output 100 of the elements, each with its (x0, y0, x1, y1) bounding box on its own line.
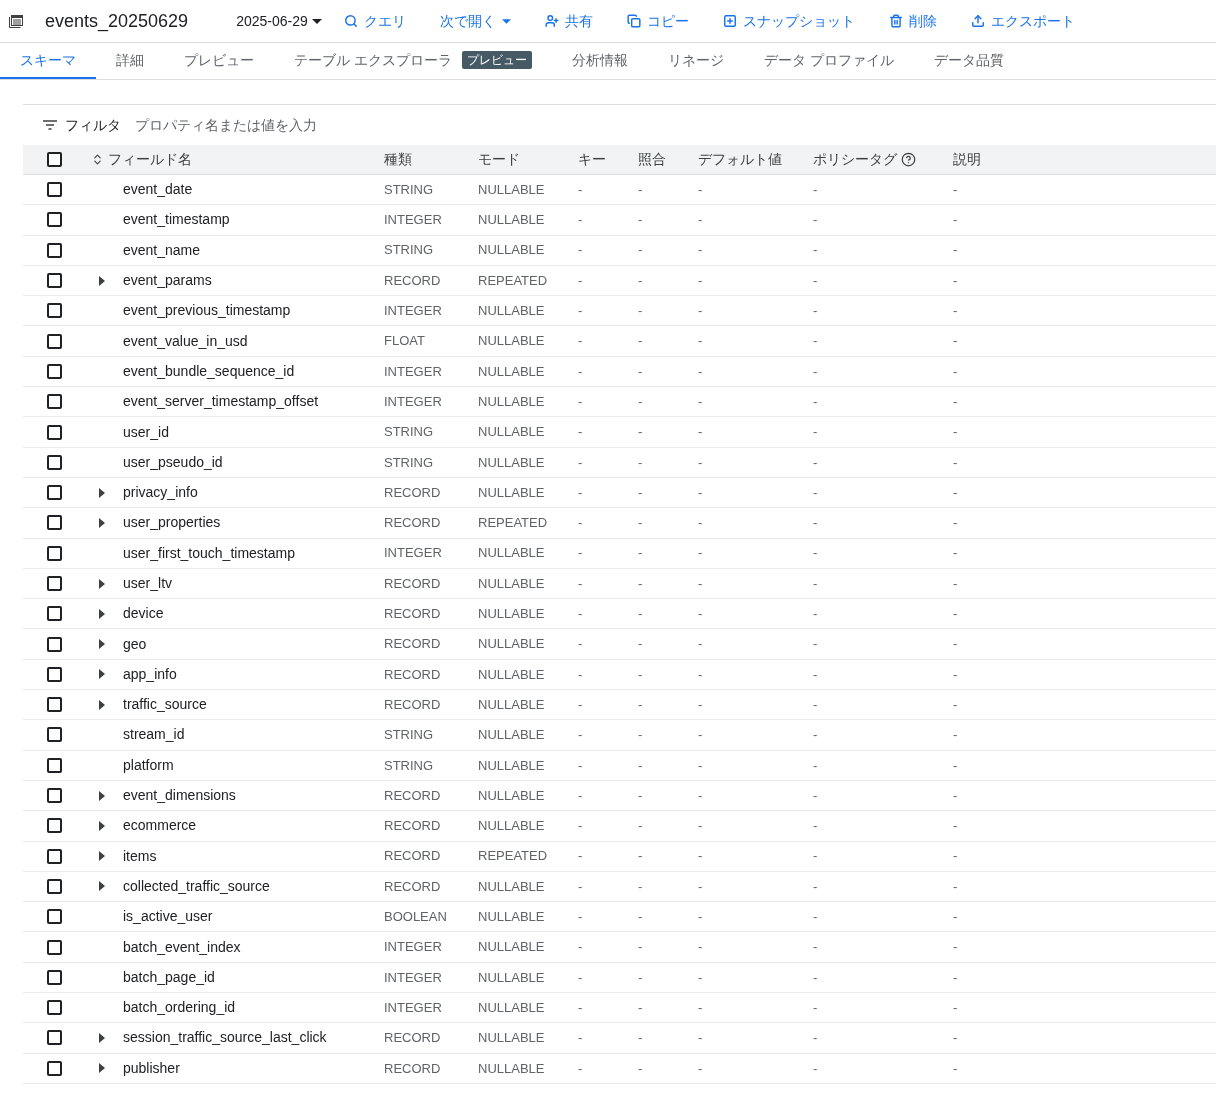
checkbox[interactable] (46, 1030, 62, 1046)
toolbar-button[interactable]: クエリ (343, 10, 406, 32)
tab[interactable]: テーブル エクスプローラ プレビュー (274, 43, 552, 79)
toolbar-button[interactable]: スナップショット (722, 10, 855, 32)
checkbox[interactable] (46, 363, 62, 379)
table-cell: NULLABLE (478, 212, 545, 228)
tab[interactable]: 詳細 (96, 43, 164, 79)
expand-arrow-icon[interactable] (99, 487, 105, 498)
tab[interactable]: データ プロファイル (743, 43, 914, 79)
toolbar-button[interactable]: 削除 (888, 10, 937, 32)
checkbox[interactable] (46, 727, 62, 743)
tab[interactable]: リネージ (647, 43, 744, 79)
checkbox[interactable] (46, 424, 62, 440)
checkbox[interactable] (46, 576, 62, 591)
checkbox[interactable] (46, 666, 62, 682)
table-cell: - (638, 787, 643, 803)
expand-arrow-icon[interactable] (99, 578, 105, 589)
field-name: event_previous_timestamp (123, 302, 291, 319)
table-cell: - (813, 606, 818, 622)
checkbox[interactable] (46, 454, 62, 470)
table-cell: RECORD (384, 666, 441, 682)
date-dropdown[interactable]: 2025-06-29 (236, 10, 322, 32)
sort-icon[interactable] (91, 153, 104, 166)
checkbox[interactable] (46, 515, 62, 531)
checkbox[interactable] (46, 242, 62, 258)
expand-arrow-icon[interactable] (99, 1063, 105, 1074)
table-cell: - (578, 666, 583, 682)
checkbox[interactable] (46, 545, 62, 561)
field-name: batch_page_id (123, 968, 215, 985)
tab[interactable]: プレビュー (164, 43, 274, 79)
table-cell: - (638, 484, 643, 500)
expand-arrow-icon[interactable] (99, 790, 105, 801)
table-cell: - (698, 878, 703, 894)
checkbox[interactable] (46, 273, 62, 289)
table-cell: - (638, 848, 643, 864)
table-cell: NULLABLE (478, 424, 545, 440)
expand-arrow-icon[interactable] (99, 699, 105, 710)
table-cell: - (813, 272, 818, 288)
help-icon[interactable] (901, 152, 916, 167)
checkbox[interactable] (46, 394, 62, 410)
table-cell: - (953, 545, 958, 561)
table-cell: NULLABLE (478, 939, 545, 955)
expand-arrow-icon[interactable] (99, 881, 105, 892)
expand-arrow-icon[interactable] (99, 851, 105, 862)
tab[interactable]: データ品質 (913, 43, 1024, 79)
checkbox[interactable] (46, 182, 62, 198)
tab-label: データ プロファイル (763, 50, 894, 70)
table-cell: - (953, 181, 958, 197)
table-cell: - (578, 515, 583, 531)
toolbar-button[interactable]: 共有 (544, 10, 593, 32)
checkbox[interactable] (46, 818, 62, 834)
table-cell: REPEATED (478, 272, 548, 288)
toolbar-button[interactable]: コピー (626, 10, 689, 32)
expand-arrow-icon[interactable] (99, 608, 105, 619)
checkbox[interactable] (46, 969, 62, 985)
table-cell: - (638, 878, 643, 894)
table-cell: - (638, 545, 643, 561)
field-name: event_bundle_sequence_id (123, 362, 295, 379)
expand-arrow-icon[interactable] (99, 517, 105, 528)
checkbox[interactable] (46, 1060, 62, 1076)
table-cell: - (698, 181, 703, 197)
checkbox[interactable] (46, 636, 62, 652)
checkbox[interactable] (46, 1000, 62, 1016)
table-cell: - (698, 939, 703, 955)
expand-arrow-icon[interactable] (99, 1032, 105, 1043)
table-cell: - (578, 363, 583, 379)
checkbox[interactable] (46, 757, 62, 773)
expand-arrow-icon[interactable] (99, 275, 105, 286)
column-header[interactable]: フィールド名 (108, 149, 192, 170)
toolbar-button[interactable]: 次で開く (439, 10, 511, 32)
filter-field[interactable]: プロパティ名または値を入力 (135, 114, 535, 136)
checkbox[interactable] (46, 333, 62, 349)
checkbox[interactable] (46, 303, 62, 319)
expand-arrow-icon[interactable] (99, 639, 105, 650)
table-cell: REPEATED (478, 848, 548, 864)
table-cell: - (953, 242, 958, 258)
checkbox[interactable] (46, 939, 62, 955)
checkbox[interactable] (46, 788, 62, 804)
checkbox[interactable] (46, 697, 62, 713)
checkbox[interactable] (46, 485, 62, 501)
checkbox[interactable] (46, 878, 62, 894)
table-cell: - (813, 575, 818, 591)
expand-arrow-icon[interactable] (99, 669, 105, 680)
table-cell: - (578, 242, 583, 258)
checkbox[interactable] (46, 606, 62, 622)
field-name: user_properties (123, 514, 221, 531)
table-cell: NULLABLE (478, 696, 545, 712)
table-cell: - (953, 484, 958, 500)
toolbar-button[interactable]: エクスポート (970, 10, 1075, 32)
table-cell: - (698, 393, 703, 409)
checkbox[interactable] (46, 848, 62, 864)
table-cell: - (578, 969, 583, 985)
checkbox[interactable] (46, 152, 62, 167)
table-cell: - (638, 969, 643, 985)
expand-arrow-icon[interactable] (99, 820, 105, 831)
checkbox[interactable] (46, 909, 62, 925)
table-cell: - (638, 333, 643, 349)
tab[interactable]: スキーマ (0, 43, 96, 79)
tab[interactable]: 分析情報 (551, 43, 648, 79)
checkbox[interactable] (46, 212, 62, 228)
